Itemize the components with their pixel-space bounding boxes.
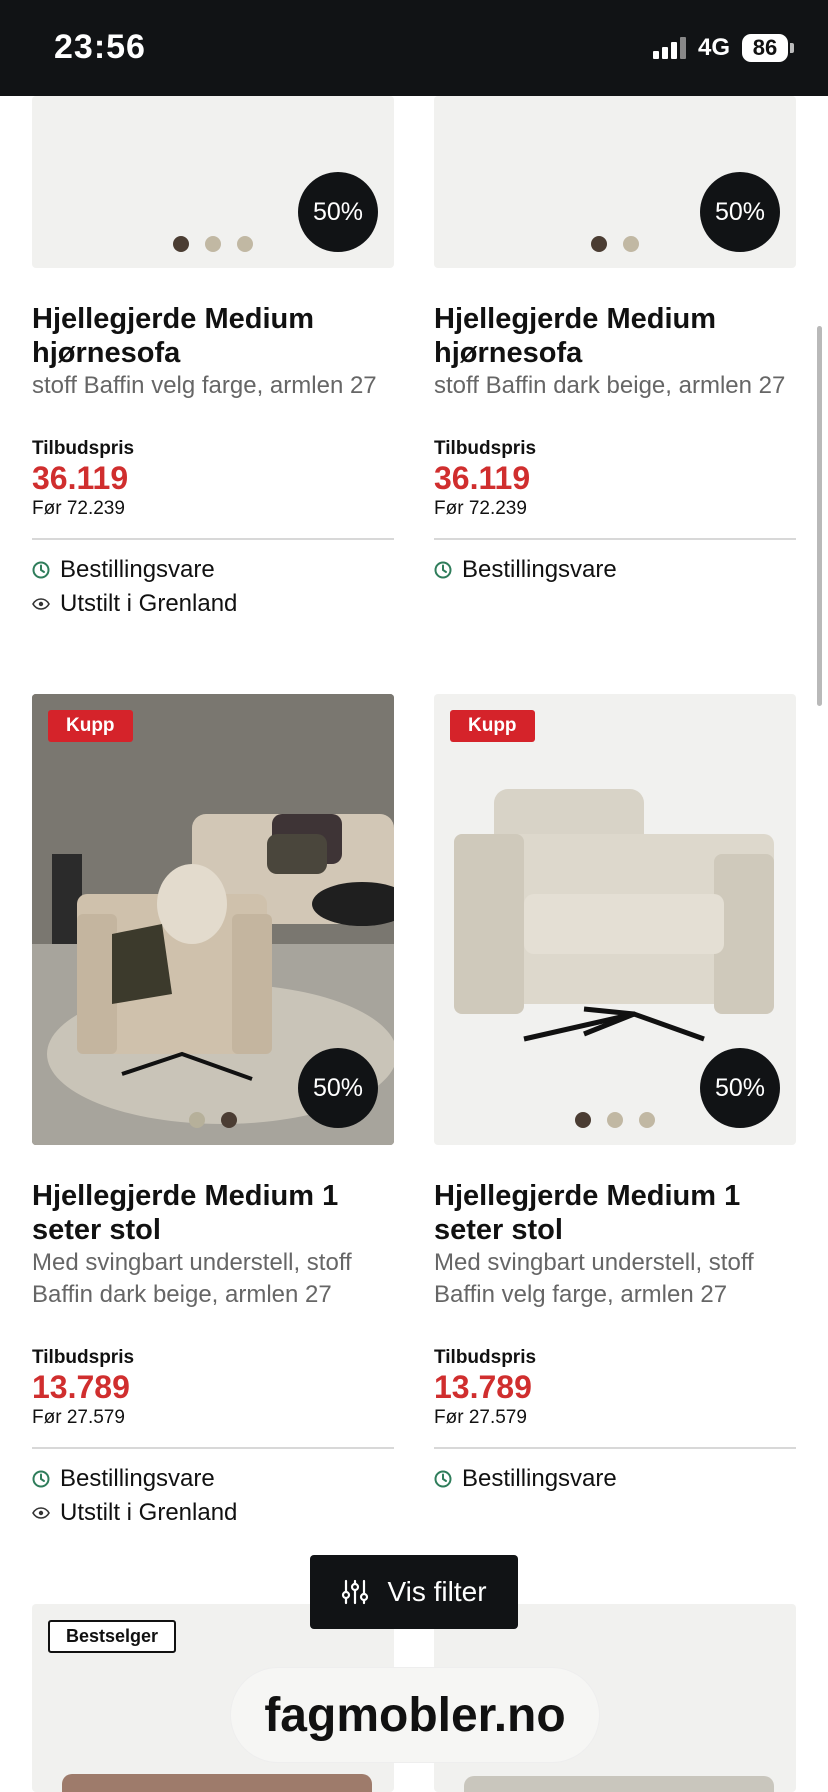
divider [434, 538, 796, 540]
price-label: Tilbudspris [32, 1347, 135, 1368]
original-price: Før 27.579 [32, 1407, 125, 1428]
availability-text: Bestillingsvare [60, 556, 215, 583]
carousel-dot[interactable] [623, 236, 639, 252]
signal-icon [652, 37, 686, 59]
carousel-dot[interactable] [575, 1112, 591, 1128]
product-subtitle: Med svingbart understell, stoff Baffin v… [434, 1249, 754, 1308]
offer-price: 13.789 [434, 1369, 532, 1405]
availability-text: Bestillingsvare [462, 1465, 617, 1492]
product-image[interactable]: 50% [32, 96, 394, 268]
product-card[interactable]: Kupp 50% Hjellegjerde Medium 1 seter sto… [32, 694, 394, 1527]
product-subtitle: stoff Baffin velg farge, armlen 27 [32, 372, 377, 399]
battery-level: 86 [742, 34, 788, 62]
battery-icon: 86 [742, 34, 794, 62]
network-type: 4G [697, 34, 730, 61]
original-price: Før 72.239 [434, 498, 527, 519]
product-image[interactable]: Kupp 50% [434, 694, 796, 1145]
kupp-badge: Kupp [450, 710, 535, 742]
product-card[interactable]: 50% Hjellegjerde Medium hjørnesofa stoff… [434, 96, 796, 584]
product-subtitle: stoff Baffin dark beige, armlen 27 [434, 372, 786, 399]
status-bar: 23:56 4G 86 [0, 0, 828, 96]
carousel-dot[interactable] [237, 236, 253, 252]
image-carousel-dots[interactable] [32, 236, 394, 252]
carousel-dot[interactable] [639, 1112, 655, 1128]
carousel-dot[interactable] [205, 236, 221, 252]
filter-button[interactable]: Vis filter [310, 1555, 518, 1629]
image-carousel-dots[interactable] [434, 1112, 796, 1128]
offer-price: 36.119 [434, 460, 531, 496]
divider [32, 538, 394, 540]
status-indicators: 4G 86 [652, 34, 794, 62]
site-domain: fagmobler.no [264, 1688, 566, 1742]
divider [32, 1447, 394, 1449]
image-carousel-dots[interactable] [434, 236, 796, 252]
product-title[interactable]: Hjellegjerde Medium 1 seter stol [32, 1179, 394, 1247]
clock-icon [434, 1470, 452, 1488]
clock-icon [32, 1470, 50, 1488]
showroom-text: Utstilt i Grenland [60, 590, 238, 617]
product-title[interactable]: Hjellegjerde Medium hjørnesofa [32, 302, 394, 370]
offer-price: 36.119 [32, 460, 129, 496]
scrollbar[interactable] [817, 326, 822, 706]
clock-icon [434, 561, 452, 579]
carousel-dot[interactable] [591, 236, 607, 252]
original-price: Før 27.579 [434, 1407, 527, 1428]
price-label: Tilbudspris [32, 438, 135, 459]
divider [434, 1447, 796, 1449]
kupp-badge: Kupp [48, 710, 133, 742]
availability-text: Bestillingsvare [60, 1465, 215, 1492]
bestseller-badge: Bestselger [48, 1620, 177, 1653]
showroom-text: Utstilt i Grenland [60, 1499, 238, 1526]
product-image[interactable]: 50% [434, 96, 796, 268]
carousel-dot[interactable] [607, 1112, 623, 1128]
product-card[interactable]: 50% Hjellegjerde Medium hjørnesofa stoff… [32, 96, 394, 618]
original-price: Før 72.239 [32, 498, 125, 519]
filter-button-label: Vis filter [387, 1576, 487, 1607]
sliders-icon [342, 1579, 369, 1605]
carousel-dot[interactable] [221, 1112, 237, 1128]
product-image[interactable]: Kupp 50% [32, 694, 394, 1145]
url-bar[interactable]: fagmobler.no [231, 1668, 599, 1762]
product-subtitle: Med svingbart understell, stoff Baffin d… [32, 1249, 352, 1308]
price-label: Tilbudspris [434, 438, 537, 459]
offer-price: 13.789 [32, 1369, 130, 1405]
availability-row: Bestillingsvare [434, 556, 796, 584]
price-label: Tilbudspris [434, 1347, 537, 1368]
status-time: 23:56 [54, 28, 146, 66]
carousel-dot[interactable] [173, 236, 189, 252]
eye-icon [32, 598, 50, 610]
product-card[interactable]: Kupp 50% Hjellegjerde Medium 1 seter sto… [434, 694, 796, 1493]
carousel-dot[interactable] [189, 1112, 205, 1128]
availability-text: Bestillingsvare [462, 556, 617, 583]
availability-row: Bestillingsvare [32, 556, 394, 584]
eye-icon [32, 1507, 50, 1519]
product-title[interactable]: Hjellegjerde Medium hjørnesofa [434, 302, 796, 370]
showroom-row: Utstilt i Grenland [32, 1499, 394, 1527]
clock-icon [32, 561, 50, 579]
availability-row: Bestillingsvare [32, 1465, 394, 1493]
product-title[interactable]: Hjellegjerde Medium 1 seter stol [434, 1179, 796, 1247]
availability-row: Bestillingsvare [434, 1465, 796, 1493]
showroom-row: Utstilt i Grenland [32, 590, 394, 618]
image-carousel-dots[interactable] [32, 1112, 394, 1128]
